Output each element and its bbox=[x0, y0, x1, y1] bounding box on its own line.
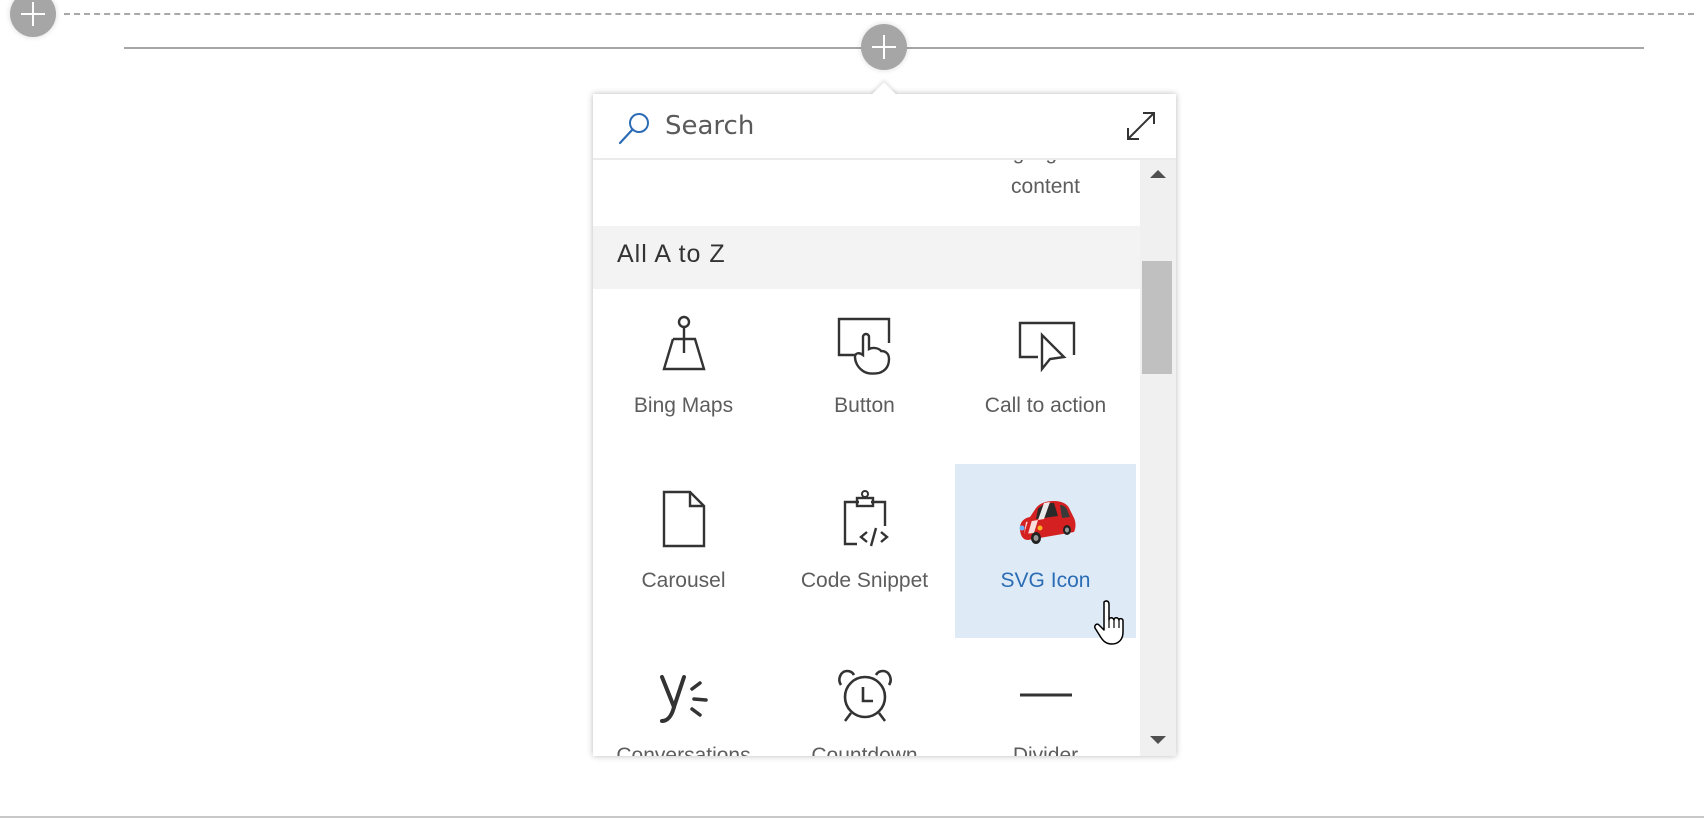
tile-label: Conversations bbox=[616, 744, 751, 756]
scroll-down-arrow-icon[interactable] bbox=[1150, 736, 1166, 744]
webpart-tile-code-snippet[interactable]: Code Snippet bbox=[774, 464, 955, 638]
webpart-tile-bing-maps[interactable]: Bing Maps bbox=[593, 289, 774, 463]
tile-label: Call to action bbox=[984, 394, 1107, 417]
scroll-thumb[interactable] bbox=[1142, 261, 1172, 374]
tile-row: Bing Maps Button Call to action bbox=[593, 289, 1140, 464]
call-to-action-icon bbox=[1018, 321, 1075, 373]
scroll-up-arrow-icon[interactable] bbox=[1150, 170, 1166, 178]
webpart-tile-highlighted-content[interactable]: Highlighted content bbox=[955, 160, 1136, 226]
add-webpart-button[interactable] bbox=[861, 24, 907, 70]
tile-label: Countdown bbox=[811, 744, 918, 756]
webpart-toolbox: Link Embed Highlighted content All A to … bbox=[593, 94, 1176, 756]
webpart-tile-call-to-action[interactable]: Call to action bbox=[955, 289, 1136, 463]
tile-row: Carousel Code Snippet SVG Icon bbox=[593, 464, 1140, 639]
webpart-tile-conversations[interactable]: Conversations bbox=[593, 639, 774, 756]
tile-label: SVG Icon bbox=[1000, 569, 1091, 592]
hand-pointer-cursor-icon bbox=[1094, 600, 1124, 645]
section-header-all-a-to-z: All A to Z bbox=[593, 226, 1140, 289]
carousel-icon bbox=[662, 490, 705, 548]
section-title: All A to Z bbox=[617, 240, 726, 268]
tile-label: Button bbox=[834, 394, 895, 417]
alarm-clock-icon bbox=[837, 669, 892, 722]
yammer-icon bbox=[659, 675, 708, 723]
tile-row: Conversations Countdown Divider bbox=[593, 639, 1140, 756]
bing-maps-icon bbox=[661, 315, 706, 371]
search-input[interactable] bbox=[665, 106, 1085, 146]
tile-label: Carousel bbox=[641, 569, 726, 592]
expand-icon[interactable] bbox=[1123, 108, 1159, 144]
divider-icon bbox=[1019, 693, 1072, 697]
webpart-tile-divider[interactable]: Divider bbox=[955, 639, 1136, 756]
previous-row: Link Embed Highlighted content bbox=[593, 160, 1140, 226]
toolbox-list[interactable]: Link Embed Highlighted content All A to … bbox=[593, 160, 1140, 756]
webpart-tile-countdown[interactable]: Countdown bbox=[774, 639, 955, 756]
webpart-tile-link[interactable]: Link bbox=[593, 160, 774, 226]
section-boundary-dashed bbox=[64, 13, 1694, 15]
toolbox-scrollbar[interactable] bbox=[1140, 160, 1176, 756]
webpart-tile-embed[interactable]: Embed bbox=[774, 160, 955, 226]
tile-label: Divider bbox=[1012, 744, 1079, 756]
search-icon bbox=[618, 113, 649, 145]
add-section-button[interactable] bbox=[10, 0, 56, 37]
webpart-tile-carousel[interactable]: Carousel bbox=[593, 464, 774, 638]
tile-label: Link bbox=[593, 160, 774, 170]
code-snippet-icon bbox=[843, 490, 889, 547]
tile-label: Embed bbox=[774, 160, 955, 170]
tile-label: Bing Maps bbox=[633, 394, 734, 417]
tile-label: Code Snippet bbox=[800, 569, 929, 592]
webpart-tile-button[interactable]: Button bbox=[774, 289, 955, 463]
tile-label: Highlighted content bbox=[993, 160, 1098, 198]
button-icon bbox=[837, 317, 890, 375]
toolbox-header bbox=[593, 94, 1176, 160]
car-icon bbox=[1019, 501, 1075, 544]
